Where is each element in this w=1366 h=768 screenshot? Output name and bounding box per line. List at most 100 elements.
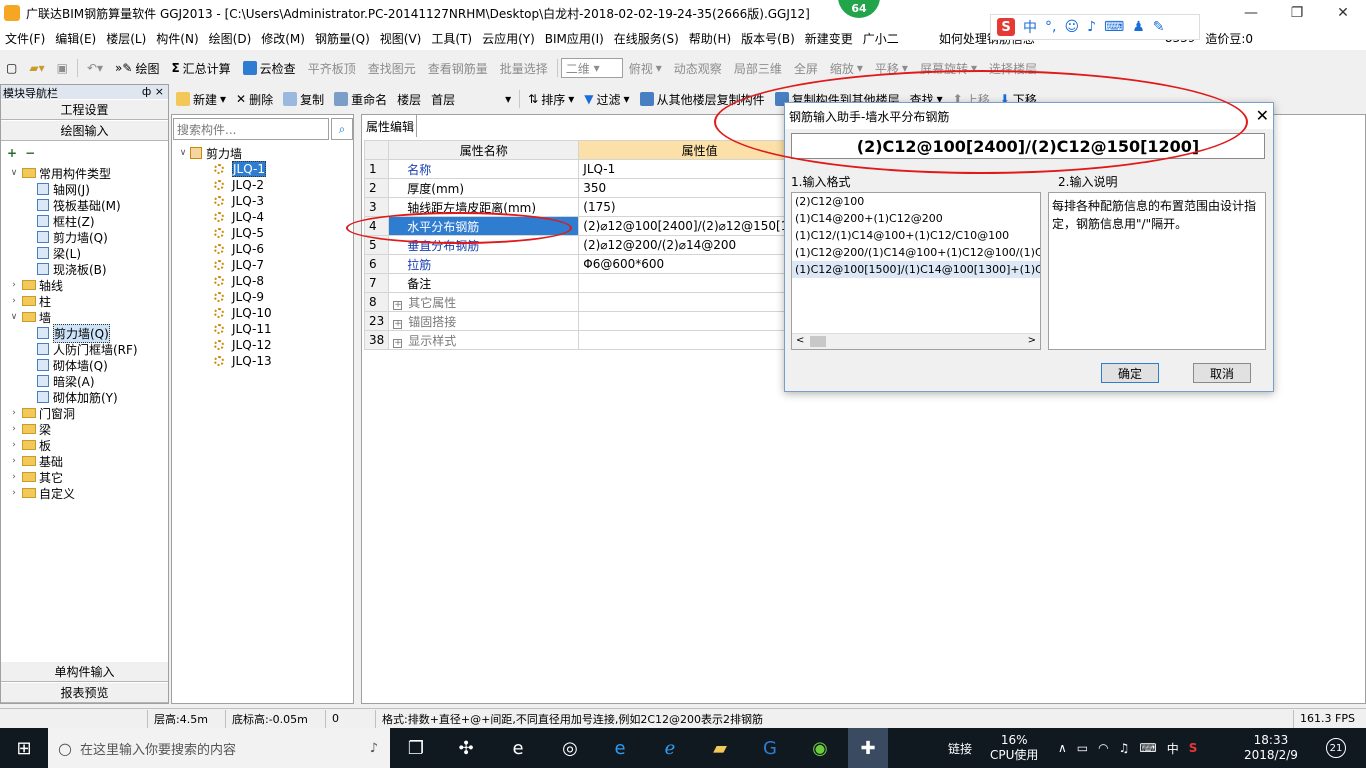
menu-view[interactable]: 视图(V) (375, 30, 427, 47)
chevron-right-icon[interactable]: › (9, 424, 19, 434)
search-icon[interactable]: ⌕ (331, 118, 353, 140)
component-item[interactable]: JLQ-1 (178, 161, 272, 177)
chevron-down-icon[interactable]: ∨ (9, 312, 19, 322)
fan-app-icon[interactable]: ✣ (452, 734, 480, 762)
save-icon[interactable]: ▣ (51, 61, 74, 75)
wifi-icon[interactable]: ◠ (1098, 741, 1108, 755)
draw-button[interactable]: »✎ 绘图 (109, 60, 165, 77)
green-app-icon[interactable]: ◉ (806, 734, 834, 762)
chevron-right-icon[interactable]: › (9, 472, 19, 482)
ime-toolbar[interactable]: S 中 °, ☺ ♪ ⌨ ♟ ✎ (990, 14, 1200, 40)
zoom-button[interactable]: 缩放 ▾ (824, 60, 869, 77)
cloud-check-button[interactable]: 云检查 (237, 60, 302, 77)
ime-skin-icon[interactable]: ♟ (1132, 19, 1145, 35)
menu-draw[interactable]: 绘图(D) (204, 30, 257, 47)
ime-keyboard-icon[interactable]: ⌨ (1104, 19, 1124, 35)
tree-folder[interactable]: › 柱 (1, 293, 168, 309)
scroll-right-icon[interactable]: > (1028, 335, 1036, 346)
component-item[interactable]: JLQ-9 (178, 289, 272, 305)
undo-icon[interactable]: ↶▾ (81, 61, 109, 75)
menu-bim[interactable]: BIM应用(I) (540, 30, 609, 47)
open-file-icon[interactable]: ▰▾ (23, 61, 50, 75)
ime-lang[interactable]: 中 (1023, 17, 1037, 37)
menu-help[interactable]: 帮助(H) (684, 30, 736, 47)
menu-new-change[interactable]: 新建变更 (800, 30, 858, 47)
copy-button[interactable]: 复制 (278, 91, 329, 108)
menu-version[interactable]: 版本号(B) (736, 30, 800, 47)
delete-button[interactable]: ✕ 删除 (231, 91, 278, 108)
chrome-like-icon[interactable]: ◎ (556, 734, 584, 762)
component-item[interactable]: JLQ-6 (178, 241, 272, 257)
expand-plus-icon[interactable]: + (393, 300, 403, 310)
format-item[interactable]: (1)C12/(1)C14@100+(1)C12/C10@100 (792, 227, 1040, 244)
tray-link[interactable]: 链接 (948, 728, 972, 768)
expand-plus-icon[interactable]: + (393, 319, 403, 329)
ggj-app-icon[interactable]: ✚ (848, 728, 888, 768)
format-item[interactable]: (1)C14@200+(1)C12@200 (792, 210, 1040, 227)
floor-select[interactable]: 首层 ▾ (426, 91, 516, 108)
tree-item[interactable]: 现浇板(B) (1, 261, 168, 277)
top-view-button[interactable]: 俯视 ▾ (623, 60, 668, 77)
volume-icon[interactable]: ♫ (1119, 741, 1130, 755)
report-preview-button[interactable]: 报表预览 (1, 682, 168, 703)
new-component-button[interactable]: 新建 ▾ (171, 91, 231, 108)
edge-browser-icon[interactable]: e (504, 734, 532, 762)
ie-icon[interactable]: ℯ (656, 734, 684, 762)
tree-folder[interactable]: › 门窗洞 (1, 405, 168, 421)
menu-points[interactable]: 造价豆:0 (1200, 30, 1258, 47)
tree-folder[interactable]: › 自定义 (1, 485, 168, 501)
menu-tools[interactable]: 工具(T) (426, 30, 477, 47)
local-3d-button[interactable]: 局部三维 (728, 60, 788, 77)
close-icon[interactable]: ✕ (1256, 106, 1269, 125)
new-file-icon[interactable]: ▢ (0, 61, 23, 75)
menu-file[interactable]: 文件(F) (0, 30, 50, 47)
component-item[interactable]: JLQ-11 (178, 321, 272, 337)
menu-online[interactable]: 在线服务(S) (609, 30, 684, 47)
menu-modify[interactable]: 修改(M) (256, 30, 310, 47)
notification-center[interactable]: 21 (1326, 728, 1346, 768)
taskbar-search[interactable]: ○ 在这里输入你要搜索的内容 ♪ (48, 728, 390, 768)
component-item[interactable]: JLQ-10 (178, 305, 272, 321)
rotate-button[interactable]: 屏幕旋转 ▾ (914, 60, 983, 77)
scroll-left-icon[interactable]: < (796, 335, 804, 346)
component-item[interactable]: JLQ-8 (178, 273, 272, 289)
glodon-app-icon[interactable]: G (756, 734, 784, 762)
tree-item[interactable]: 砌体墙(Q) (1, 357, 168, 373)
tree-item[interactable]: 轴网(J) (1, 181, 168, 197)
chevron-right-icon[interactable]: › (9, 456, 19, 466)
minimize-button[interactable]: — (1228, 0, 1274, 26)
tree-item[interactable]: 人防门框墙(RF) (1, 341, 168, 357)
cpu-usage[interactable]: 16% CPU使用 (990, 728, 1038, 768)
filter-button[interactable]: ▼ 过滤 ▾ (579, 91, 634, 108)
dynamic-view-button[interactable]: 动态观察 (668, 60, 728, 77)
component-search-input[interactable]: 搜索构件... (173, 118, 329, 140)
component-item[interactable]: JLQ-5 (178, 225, 272, 241)
battery-icon[interactable]: ▭ (1077, 741, 1088, 755)
chevron-down-icon[interactable]: ∨ (178, 148, 188, 158)
fullscreen-button[interactable]: 全屏 (788, 60, 824, 77)
nav-pin-close[interactable]: ф × (142, 85, 168, 99)
tree-item[interactable]: 砌体加筋(Y) (1, 389, 168, 405)
component-item[interactable]: JLQ-4 (178, 209, 272, 225)
tree-folder[interactable]: ∨ 常用构件类型 (1, 165, 168, 181)
tree-item[interactable]: 暗梁(A) (1, 373, 168, 389)
ime-emoji-icon[interactable]: ☺ (1064, 19, 1079, 35)
chevron-right-icon[interactable]: › (9, 280, 19, 290)
chevron-right-icon[interactable]: › (9, 408, 19, 418)
task-view-icon[interactable]: ❐ (402, 734, 430, 762)
menu-cloud[interactable]: 云应用(Y) (477, 30, 540, 47)
collapse-all-icon[interactable]: − (25, 146, 35, 160)
keyboard-icon[interactable]: ⌨ (1139, 741, 1156, 755)
tray-lang[interactable]: 中 (1167, 740, 1179, 757)
view-mode-select[interactable]: 二维 ▾ (560, 58, 623, 78)
horizontal-scrollbar[interactable]: < > (792, 333, 1040, 349)
tree-folder[interactable]: › 其它 (1, 469, 168, 485)
tree-item[interactable]: 剪力墙(Q) (1, 323, 168, 343)
component-item[interactable]: JLQ-12 (178, 337, 272, 353)
format-item[interactable]: (1)C12@200/(1)C14@100+(1)C12@100/(1)C10@… (792, 244, 1040, 261)
tab-property-edit[interactable]: 属性编辑 (362, 115, 417, 137)
rename-button[interactable]: 重命名 (329, 91, 392, 108)
component-item[interactable]: JLQ-2 (178, 177, 272, 193)
single-component-input-button[interactable]: 单构件输入 (1, 661, 168, 682)
edge-icon[interactable]: e (606, 734, 634, 762)
